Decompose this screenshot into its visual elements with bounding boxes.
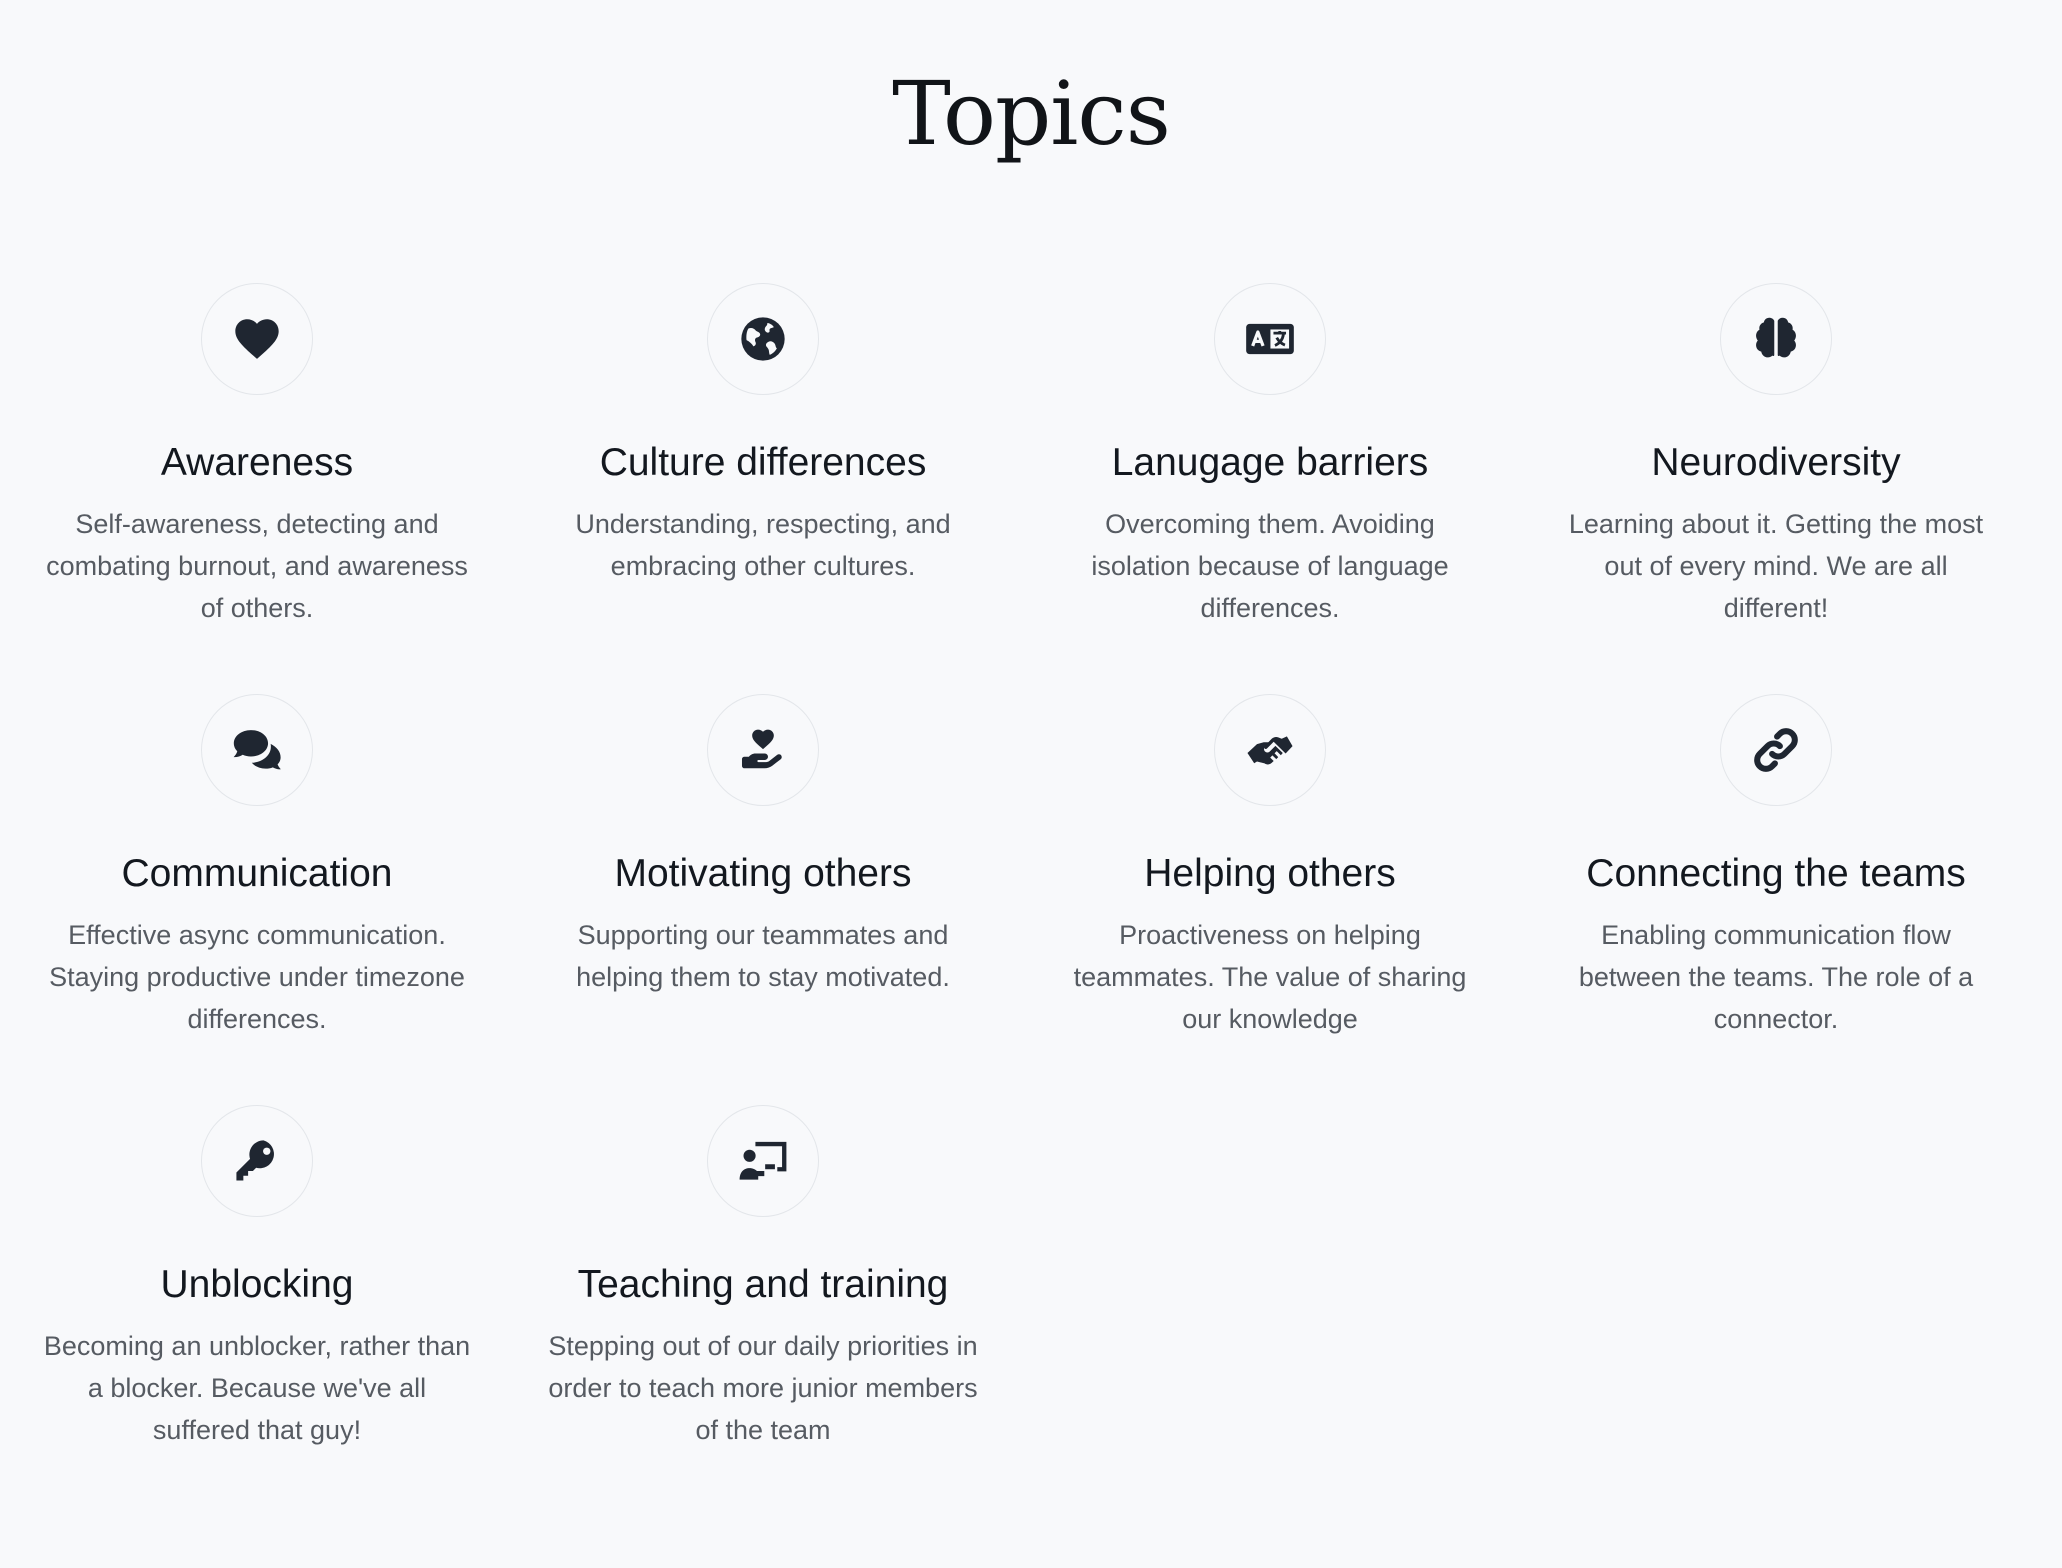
topic-description: Stepping out of our daily priorities in … xyxy=(548,1331,978,1445)
handshake-icon xyxy=(1247,736,1293,765)
chat-bubbles-icon xyxy=(233,730,281,770)
topic-title: Lanugage barriers xyxy=(1111,441,1429,484)
topic-icon-badge xyxy=(1720,283,1832,395)
topic-title: Connecting the teams xyxy=(1586,852,1966,895)
topic-card-motivating-others: Motivating others Supporting our teammat… xyxy=(548,694,978,998)
topic-description: Overcoming them. Avoiding isolation beca… xyxy=(1091,509,1449,623)
topic-title: Awareness xyxy=(160,441,354,484)
topic-icon-badge xyxy=(1720,694,1832,806)
topic-card-neurodiversity: Neurodiversity Learning about it. Gettin… xyxy=(1561,283,1991,629)
topic-title: Helping others xyxy=(1144,852,1396,895)
topic-description: Learning about it. Getting the most out … xyxy=(1568,509,1984,623)
globe-icon xyxy=(741,317,785,361)
topic-title: Unblocking xyxy=(160,1263,354,1306)
link-icon xyxy=(1754,728,1798,772)
topic-description: Self-awareness, detecting and combating … xyxy=(46,509,468,623)
topic-description: Enabling communication flow between the … xyxy=(1578,920,1974,1034)
topic-description: Supporting our teammates and helping the… xyxy=(576,920,950,992)
topic-title: Communication xyxy=(121,852,393,895)
brain-icon xyxy=(1756,317,1796,358)
topic-card-language-barriers: Lanugage barriers Overcoming them. Avoid… xyxy=(1055,283,1485,629)
topic-description: Becoming an unblocker, rather than a blo… xyxy=(43,1331,471,1445)
topic-card-awareness: Awareness Self-awareness, detecting and … xyxy=(42,283,472,629)
page-title: Topics xyxy=(892,62,1171,165)
key-icon xyxy=(236,1140,274,1181)
topic-description: Understanding, respecting, and embracing… xyxy=(575,509,951,581)
language-icon xyxy=(1246,323,1294,355)
hand-holding-heart-icon xyxy=(741,729,782,769)
topic-title: Neurodiversity xyxy=(1651,441,1901,484)
topic-icon-badge xyxy=(201,283,313,395)
topic-icon-badge xyxy=(707,1105,819,1217)
topic-title: Motivating others xyxy=(614,852,912,895)
topic-card-connecting-the-teams: Connecting the teams Enabling communicat… xyxy=(1561,694,1991,1040)
topic-card-communication: Communication Effective async communicat… xyxy=(42,694,472,1040)
topic-icon-badge xyxy=(707,694,819,806)
topic-description: Proactiveness on helping teammates. The … xyxy=(1073,920,1467,1034)
topic-icon-badge xyxy=(201,1105,313,1217)
topic-icon-badge xyxy=(1214,694,1326,806)
topic-card-unblocking: Unblocking Becoming an unblocker, rather… xyxy=(42,1105,472,1451)
topic-card-culture-differences: Culture differences Understanding, respe… xyxy=(548,283,978,587)
topic-description: Effective async communication. Staying p… xyxy=(49,920,465,1034)
topic-icon-badge xyxy=(1214,283,1326,395)
topic-icon-badge xyxy=(201,694,313,806)
heart-icon xyxy=(235,319,279,359)
topic-icon-badge xyxy=(707,283,819,395)
topic-card-helping-others: Helping others Proactiveness on helping … xyxy=(1055,694,1485,1040)
chalkboard-teacher-icon xyxy=(739,1141,787,1180)
topic-title: Culture differences xyxy=(599,441,927,484)
topic-title: Teaching and training xyxy=(577,1263,949,1306)
topic-card-teaching-and-training: Teaching and training Stepping out of ou… xyxy=(548,1105,978,1451)
